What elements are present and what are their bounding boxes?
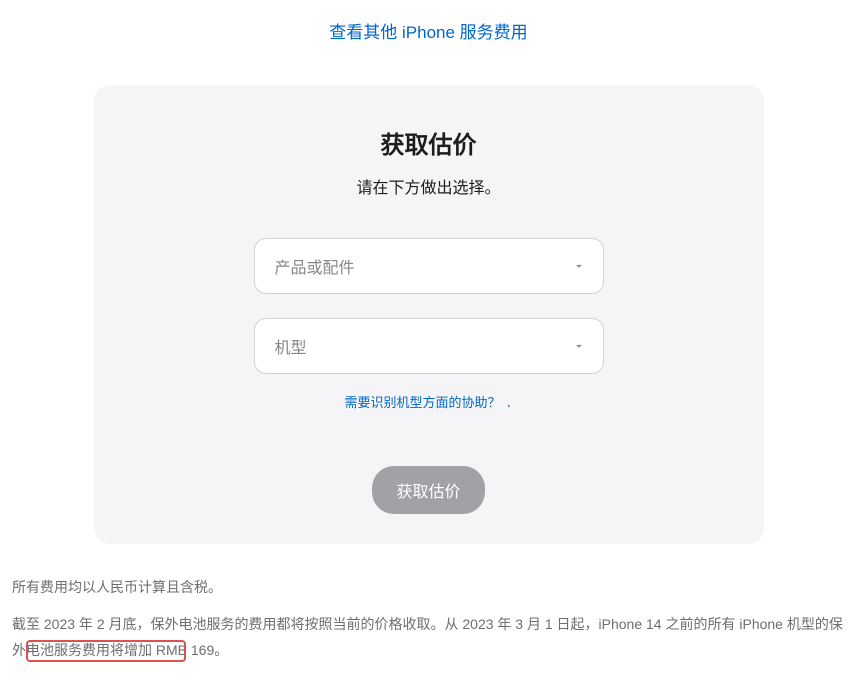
product-select[interactable]: 产品或配件 <box>254 238 604 294</box>
card-subtitle: 请在下方做出选择。 <box>124 174 734 198</box>
product-select-placeholder: 产品或配件 <box>275 254 355 278</box>
estimate-card: 获取估价 请在下方做出选择。 产品或配件 机型 需要识别机型方面的协助？ 获取估… <box>94 85 764 544</box>
view-other-services-link[interactable]: 查看其他 iPhone 服务费用 <box>329 23 527 42</box>
help-link-label: 需要识别机型方面的协助？ <box>344 392 500 411</box>
model-select-placeholder: 机型 <box>275 334 307 358</box>
get-estimate-button[interactable]: 获取估价 <box>372 466 484 514</box>
chevron-right-icon <box>505 398 513 406</box>
footer-text: 所有费用均以人民币计算且含税。 截至 2023 年 2 月底，保外电池服务的费用… <box>0 566 857 682</box>
footer-line2: 截至 2023 年 2 月底，保外电池服务的费用都将按照当前的价格收取。从 20… <box>12 616 843 659</box>
footer-line1: 所有费用均以人民币计算且含税。 <box>12 574 845 601</box>
model-select[interactable]: 机型 <box>254 318 604 374</box>
card-title: 获取估价 <box>124 125 734 160</box>
identify-model-help-link[interactable]: 需要识别机型方面的协助？ <box>344 392 512 411</box>
